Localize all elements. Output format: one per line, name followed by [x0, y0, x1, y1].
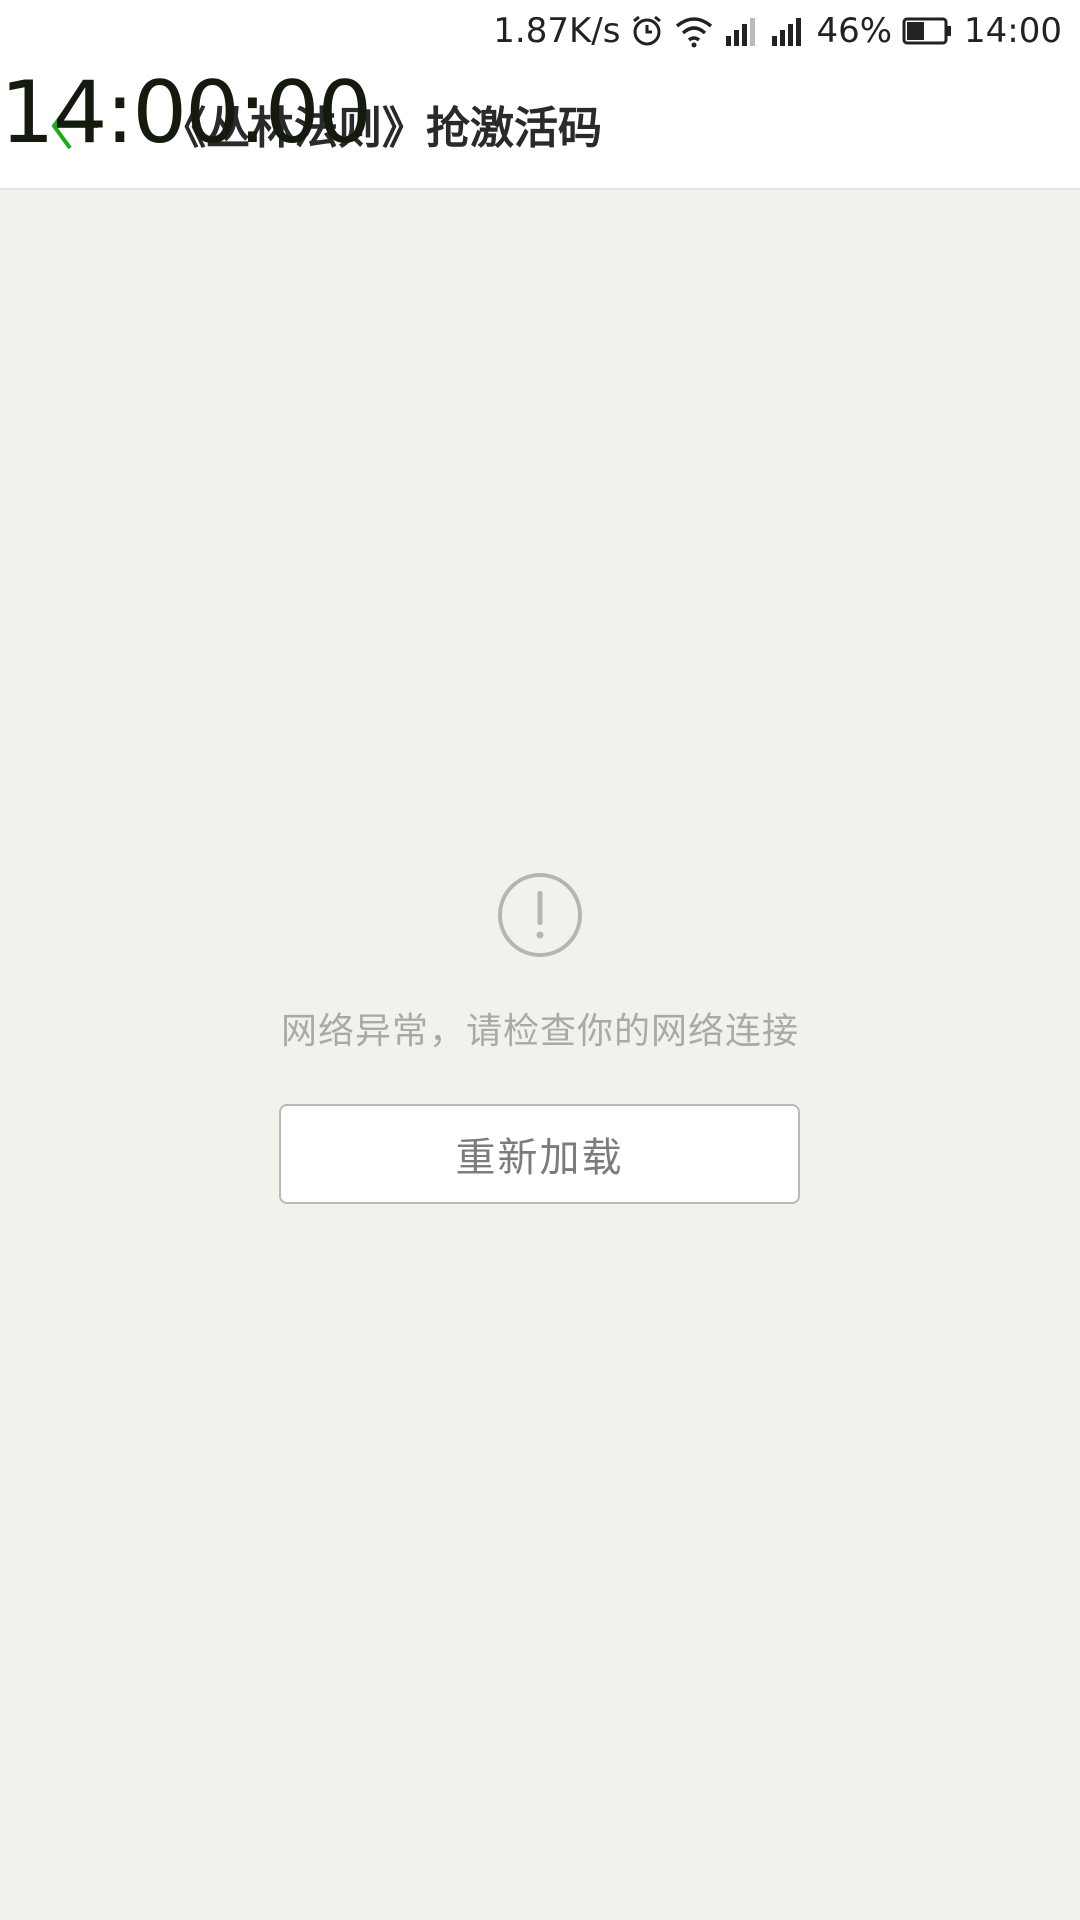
wifi-icon: [674, 14, 714, 48]
network-speed: 1.87K/s: [493, 11, 621, 51]
battery-percent: 46%: [816, 11, 893, 51]
alarm-icon: [630, 14, 664, 48]
status-time: 14:00: [964, 11, 1062, 51]
status-bar: 1.87K/s 46% 14:00: [0, 0, 1080, 62]
signal-icon: [724, 14, 760, 48]
reload-button[interactable]: 重新加载: [279, 1104, 800, 1204]
signal-icon: [770, 14, 806, 48]
error-message: 网络异常，请检查你的网络连接: [280, 1011, 799, 1052]
overlay-clock: 14:00:00: [0, 63, 372, 163]
battery-icon: [902, 16, 954, 46]
status-bar-right: 1.87K/s 46% 14:00: [493, 8, 1062, 54]
error-page: 网络异常，请检查你的网络连接 重新加载: [0, 190, 1080, 1920]
exclamation-circle-icon: [496, 871, 584, 959]
